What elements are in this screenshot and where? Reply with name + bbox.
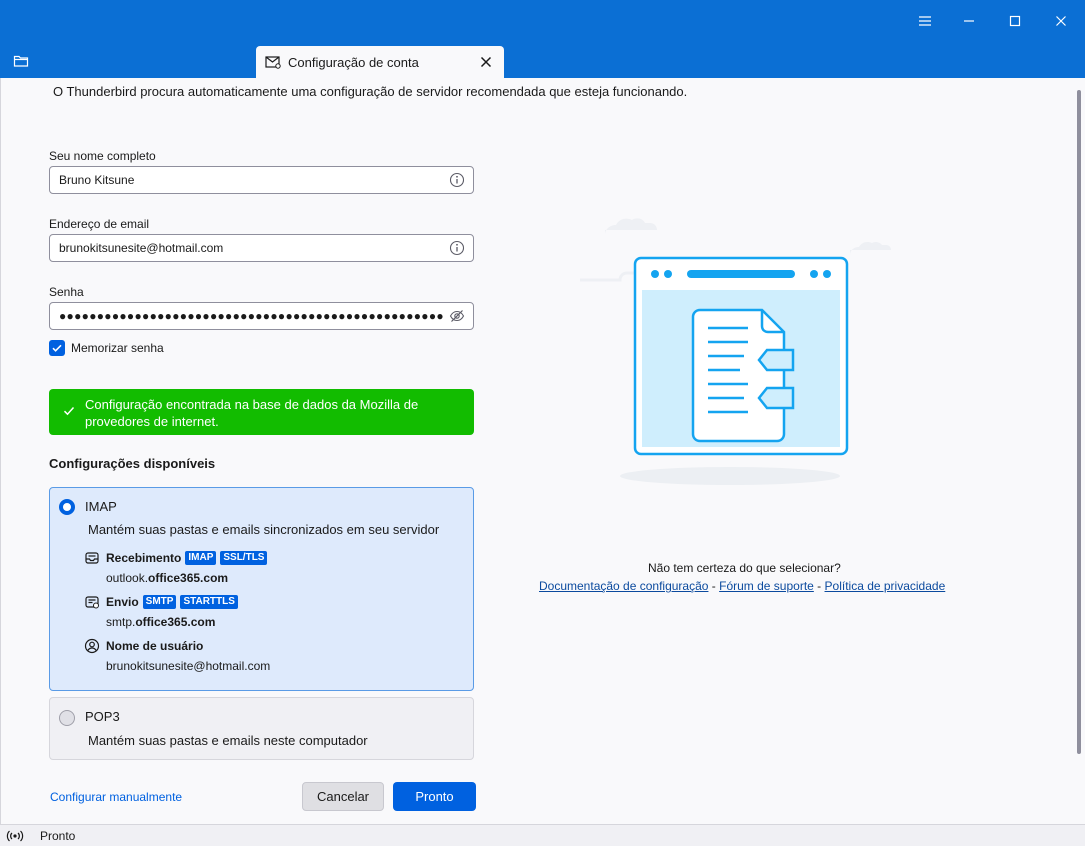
email-label: Endereço de email	[49, 217, 150, 231]
remember-password-row[interactable]: Memorizar senha	[49, 340, 164, 356]
manual-config-link[interactable]: Configurar manualmente	[50, 790, 182, 804]
remember-password-label: Memorizar senha	[71, 341, 164, 355]
pop3-radio[interactable]	[59, 710, 75, 726]
imap-option[interactable]: IMAP Mantém suas pastas e emails sincron…	[49, 487, 474, 691]
pop3-description: Mantém suas pastas e emails neste comput…	[88, 733, 368, 748]
imap-description: Mantém suas pastas e emails sincronizado…	[88, 522, 440, 537]
document-illustration-icon	[580, 218, 891, 485]
outgoing-security-badge: STARTTLS	[180, 595, 238, 609]
username-value: brunokitsunesite@hotmail.com	[106, 659, 271, 673]
window-close-button[interactable]	[1038, 0, 1084, 42]
name-field[interactable]: Bruno Kitsune	[49, 166, 474, 194]
menu-button[interactable]	[902, 0, 948, 42]
privacy-policy-link[interactable]: Política de privacidade	[825, 579, 946, 593]
eye-slash-icon[interactable]	[449, 308, 465, 324]
config-docs-link[interactable]: Documentação de configuração	[539, 579, 708, 593]
tab-close-button[interactable]	[477, 53, 495, 71]
pop3-name: POP3	[85, 709, 120, 724]
status-bar: Pronto	[0, 824, 1085, 846]
username-detail: Nome de usuário brunokitsunesite@hotmail…	[84, 638, 270, 673]
imap-name: IMAP	[85, 499, 117, 514]
incoming-label: Recebimento	[106, 551, 182, 565]
title-bar	[0, 0, 1085, 42]
help-links: Documentação de configuração - Fórum de …	[539, 579, 946, 593]
pop3-option[interactable]: POP3 Mantém suas pastas e emails neste c…	[49, 697, 474, 760]
maximize-icon	[1009, 15, 1021, 27]
support-forum-link[interactable]: Fórum de suporte	[719, 579, 814, 593]
incoming-detail: Recebimento IMAP SSL/TLS outlook.office3…	[84, 550, 268, 585]
configs-title: Configurações disponíveis	[49, 456, 216, 471]
help-question: Não tem certeza do que selecionar?	[648, 561, 841, 575]
close-icon	[480, 56, 492, 68]
outgoing-detail: Envio SMTP STARTTLS smtp.office365.com	[84, 594, 238, 629]
password-value: ●●●●●●●●●●●●●●●●●●●●●●●●●●●●●●●●●●●●●●●●…	[59, 309, 444, 323]
cancel-button[interactable]: Cancelar	[302, 782, 384, 811]
password-field[interactable]: ●●●●●●●●●●●●●●●●●●●●●●●●●●●●●●●●●●●●●●●●…	[49, 302, 474, 330]
remember-password-checkbox[interactable]	[49, 340, 65, 356]
success-notice: Configuração encontrada na base de dados…	[49, 389, 474, 435]
tab-strip: Configuração de conta	[0, 42, 1085, 78]
success-message: Configuração encontrada na base de dados…	[85, 397, 419, 429]
info-icon[interactable]	[449, 172, 465, 188]
tab-account-setup[interactable]: Configuração de conta	[256, 46, 504, 78]
name-label: Seu nome completo	[49, 149, 156, 163]
imap-radio[interactable]	[59, 499, 75, 515]
minimize-icon	[964, 20, 974, 22]
email-field[interactable]: brunokitsunesite@hotmail.com	[49, 234, 474, 262]
activity-icon[interactable]	[6, 828, 24, 844]
status-text: Pronto	[40, 829, 76, 843]
email-settings-icon	[265, 56, 281, 69]
folder-icon	[13, 55, 29, 67]
outgoing-protocol-badge: SMTP	[142, 595, 177, 609]
password-label: Senha	[49, 285, 84, 299]
outgoing-host: smtp.office365.com	[106, 615, 216, 629]
incoming-protocol-badge: IMAP	[185, 551, 217, 565]
username-label: Nome de usuário	[106, 639, 204, 653]
scrollbar[interactable]	[1077, 90, 1081, 754]
outgoing-label: Envio	[106, 595, 139, 609]
hamburger-icon	[919, 16, 931, 26]
outbox-icon	[84, 594, 100, 610]
close-icon	[1056, 16, 1066, 26]
intro-text: O Thunderbird procura automaticamente um…	[53, 84, 688, 99]
user-icon	[84, 638, 100, 654]
email-value: brunokitsunesite@hotmail.com	[59, 241, 224, 255]
incoming-security-badge: SSL/TLS	[220, 551, 268, 565]
incoming-host: outlook.office365.com	[106, 571, 229, 585]
inbox-icon	[84, 550, 100, 566]
minimize-button[interactable]	[946, 0, 992, 42]
checkmark-icon	[52, 344, 62, 352]
checkmark-icon	[63, 405, 75, 420]
tab-title: Configuração de conta	[288, 54, 419, 70]
maximize-button[interactable]	[992, 0, 1038, 42]
name-value: Bruno Kitsune	[59, 173, 135, 187]
setup-illustration	[580, 210, 900, 500]
info-icon[interactable]	[449, 240, 465, 256]
folder-tab-button[interactable]	[10, 52, 32, 70]
done-button[interactable]: Pronto	[393, 782, 476, 811]
